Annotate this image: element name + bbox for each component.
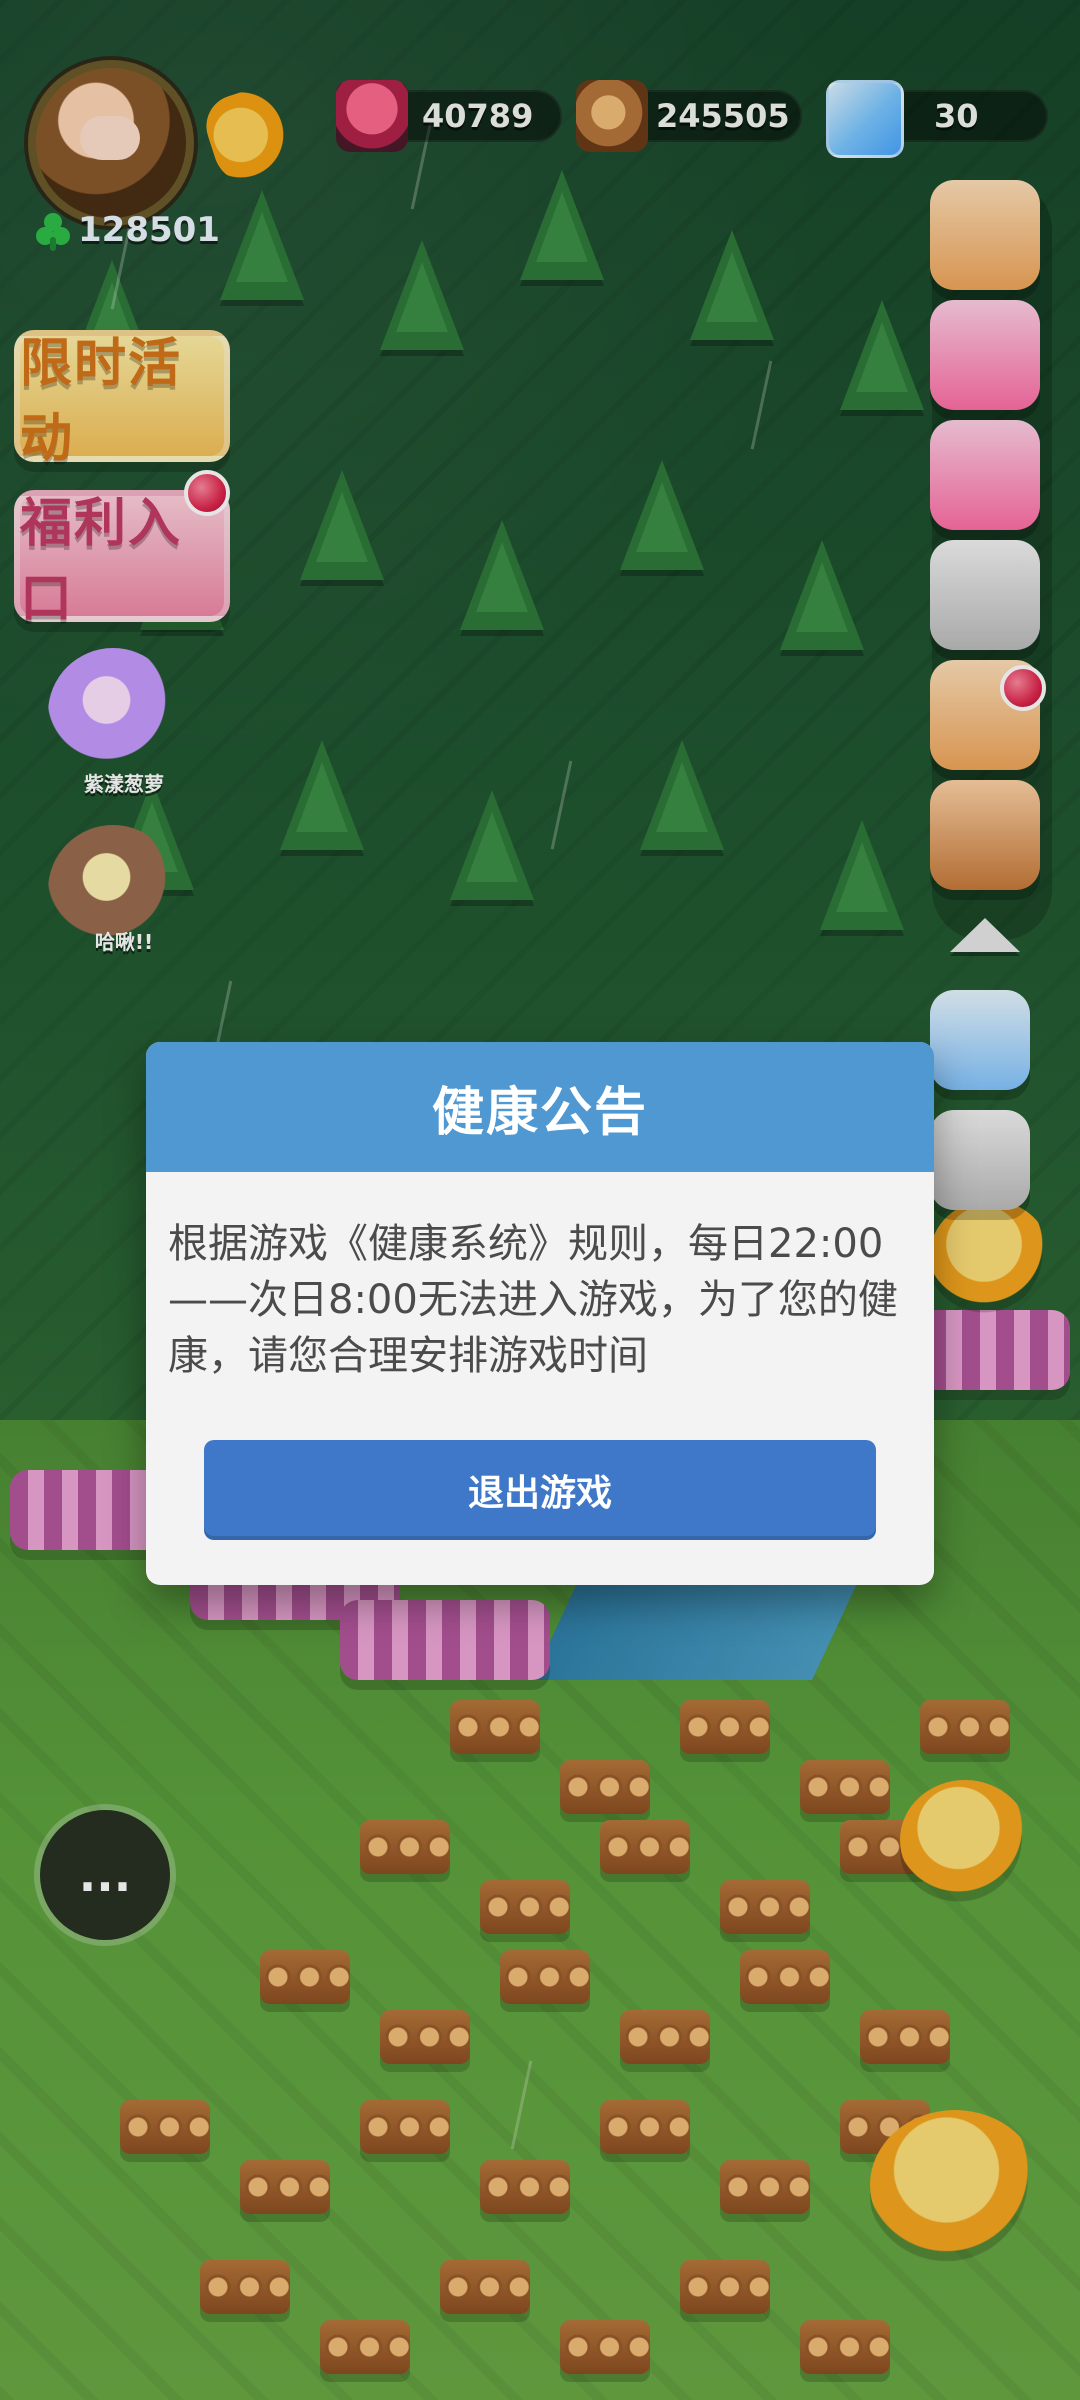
dialog-message: 根据游戏《健康系统》规则，每日22:00——次日8:00无法进入游戏，为了您的健… (168, 1221, 898, 1379)
health-announcement-dialog: 健康公告 根据游戏《健康系统》规则，每日22:00——次日8:00无法进入游戏，… (146, 1042, 934, 1585)
exit-game-label: 退出游戏 (467, 1473, 612, 1514)
dialog-title: 健康公告 (146, 1042, 934, 1172)
exit-game-button[interactable]: 退出游戏 (204, 1440, 876, 1540)
